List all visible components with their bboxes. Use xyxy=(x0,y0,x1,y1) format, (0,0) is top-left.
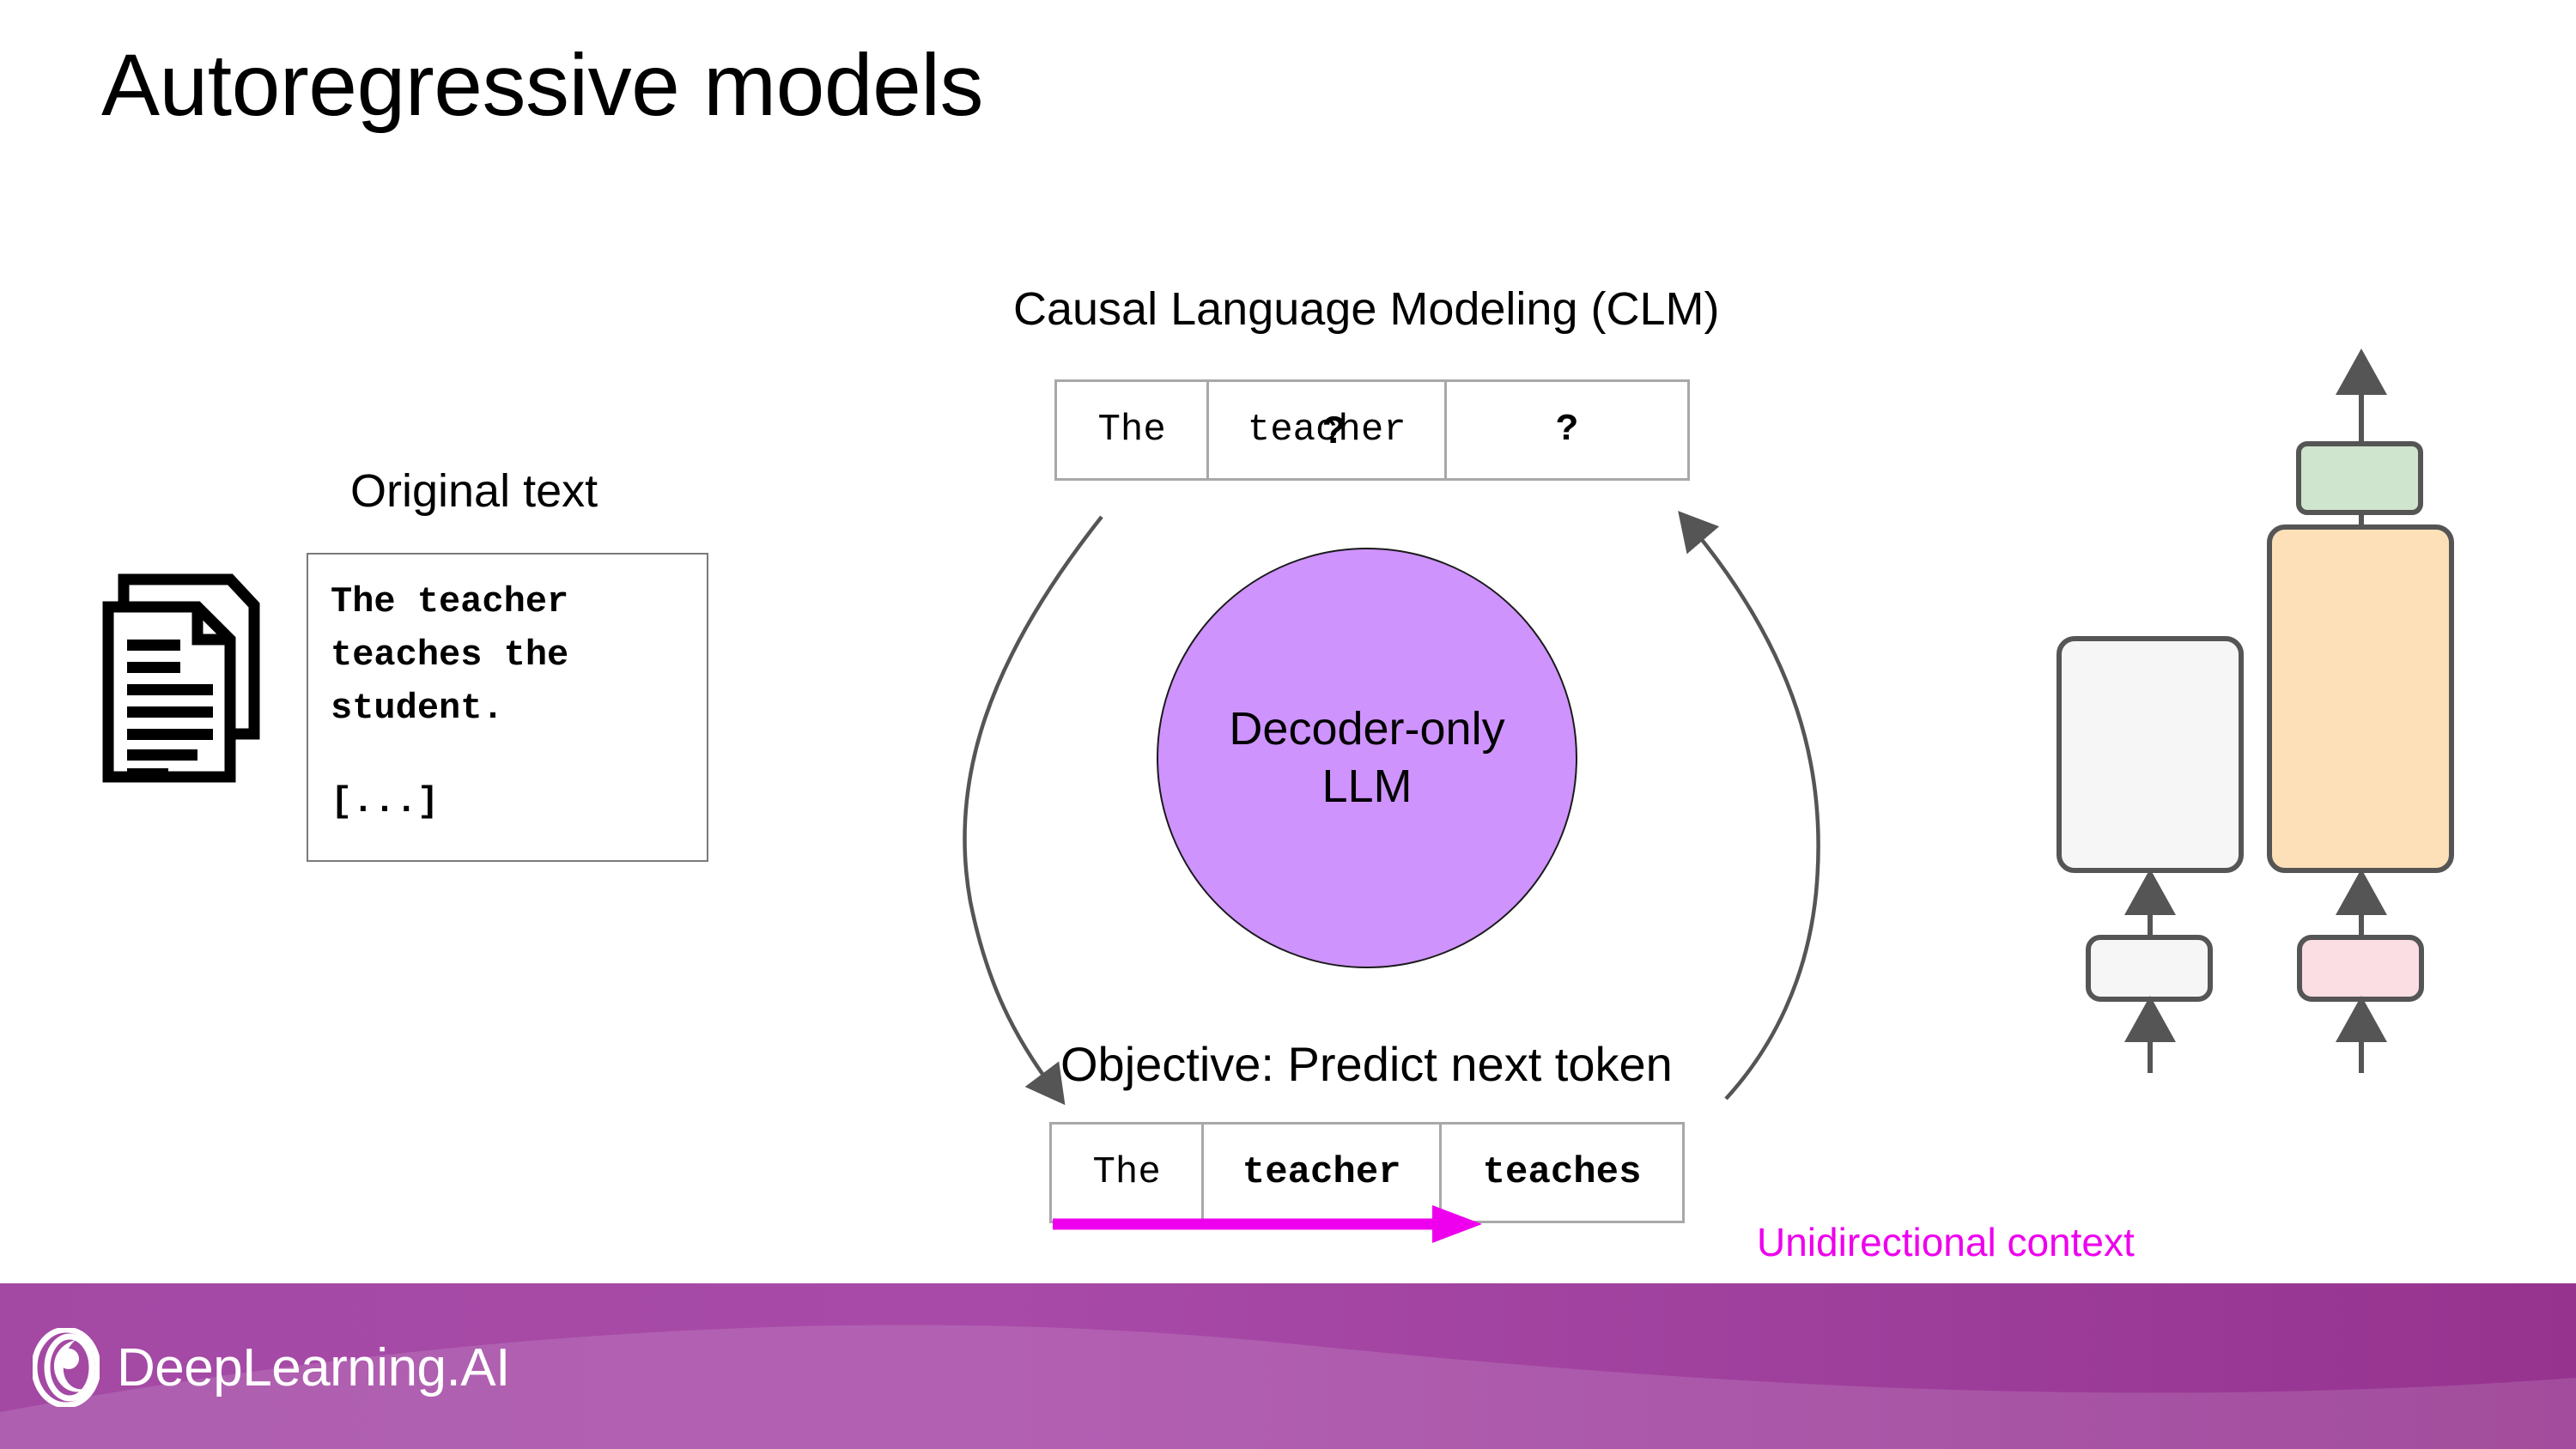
clm-caption: Causal Language Modeling (CLM) xyxy=(1013,283,1720,335)
decoder-only-llm-node: Decoder-only LLM xyxy=(1157,548,1577,968)
left-stack-block xyxy=(2057,636,2244,873)
deeplearning-ai-logo: DeepLearning.AI xyxy=(33,1328,510,1407)
arrow-model-to-output xyxy=(1678,511,1820,1100)
right-input-block xyxy=(2297,935,2424,1002)
transformer-architecture-diagram xyxy=(2057,349,2454,1073)
left-input-block xyxy=(2086,935,2213,1002)
objective-label: Objective: Predict next token xyxy=(1060,1037,1673,1091)
original-text-content: The teacher teaches the student. xyxy=(331,581,569,730)
documents-icon xyxy=(102,573,260,783)
original-text-caption: Original text xyxy=(350,465,598,517)
unidirectional-context-arrow xyxy=(1053,1205,1482,1243)
footer-bar: DeepLearning.AI aws xyxy=(0,1283,2576,1449)
masked-token-overlay: ? xyxy=(1322,410,1346,455)
page-title: Autoregressive models xyxy=(101,36,983,134)
deeplearning-teardrop-icon xyxy=(33,1328,100,1407)
original-text-ellipsis: [...] xyxy=(331,781,440,822)
slide-canvas: Autoregressive models Original text The … xyxy=(0,0,2576,1449)
main-stack-block xyxy=(2267,524,2454,873)
arrow-input-to-model xyxy=(963,515,1103,1106)
decoder-label-line2: LLM xyxy=(1321,761,1413,812)
deeplearning-ai-wordmark: DeepLearning.AI xyxy=(117,1337,510,1397)
input-token-cell: The xyxy=(1057,382,1210,478)
decoder-label-line1: Decoder-only xyxy=(1229,702,1505,755)
output-head-block xyxy=(2296,441,2423,515)
input-token-row: The teacher ? xyxy=(1054,379,1690,481)
input-token-cell: ? xyxy=(1555,409,1579,452)
unidirectional-context-label: Unidirectional context xyxy=(1757,1220,2135,1264)
